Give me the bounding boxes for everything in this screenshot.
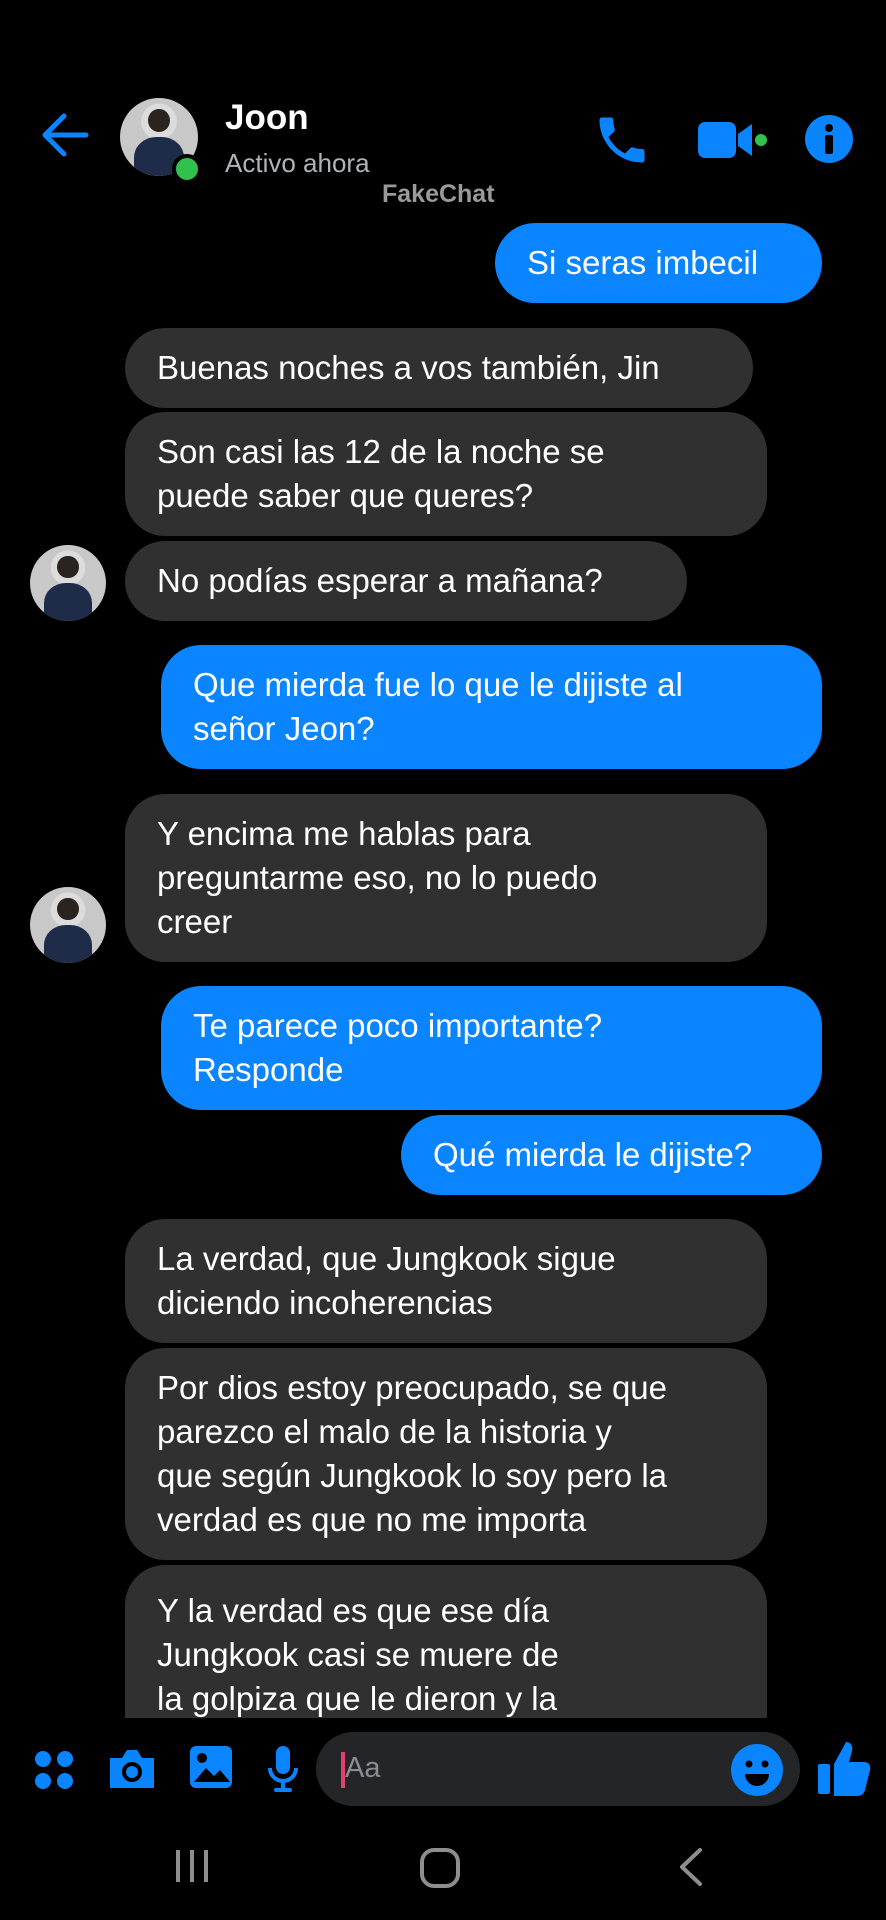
microphone-icon[interactable]	[266, 1744, 300, 1794]
message-text: Buenas noches a vos también, Jin	[157, 349, 660, 386]
contact-avatar-small[interactable]	[30, 545, 106, 621]
message-bubble-incoming[interactable]: No podías esperar a mañana?	[125, 541, 687, 621]
online-status-dot	[172, 154, 202, 184]
info-icon[interactable]	[804, 114, 854, 164]
system-back-icon[interactable]	[676, 1846, 704, 1888]
contact-status: Activo ahora	[225, 148, 370, 178]
message-text: No podías esperar a mañana?	[157, 562, 603, 599]
apps-icon[interactable]	[32, 1748, 76, 1792]
message-text: Que mierda fue lo que le dijiste al seño…	[193, 666, 683, 747]
back-arrow-icon[interactable]	[38, 108, 92, 162]
message-text: Qué mierda le dijiste?	[433, 1136, 753, 1173]
message-bubble-incoming[interactable]: Y la verdad es que ese día Jungkook casi…	[125, 1565, 767, 1718]
thumbs-up-icon[interactable]	[816, 1738, 872, 1798]
message-bubble-incoming[interactable]: La verdad, que Jungkook sigue diciendo i…	[125, 1219, 767, 1343]
message-text: Y la verdad es que ese día Jungkook casi…	[157, 1592, 559, 1717]
message-bubble-incoming[interactable]: Y encima me hablas para preguntarme eso,…	[125, 794, 767, 962]
contact-avatar-small[interactable]	[30, 887, 106, 963]
message-clip: Y la verdad es que ese día Jungkook casi…	[125, 1565, 767, 1718]
message-bubble-incoming[interactable]: Son casi las 12 de la noche se puede sab…	[125, 412, 767, 536]
camera-icon[interactable]	[106, 1746, 158, 1792]
message-bubble-incoming[interactable]: Buenas noches a vos también, Jin	[125, 328, 753, 408]
message-text: Si seras imbecil	[527, 244, 759, 281]
message-bubble-outgoing[interactable]: Qué mierda le dijiste?	[401, 1115, 822, 1195]
contact-name[interactable]: Joon	[225, 98, 309, 138]
message-bubble-incoming[interactable]: Por dios estoy preocupado, se que parezc…	[125, 1348, 767, 1560]
message-text: Son casi las 12 de la noche se puede sab…	[157, 433, 605, 514]
message-text: La verdad, que Jungkook sigue diciendo i…	[157, 1240, 616, 1321]
message-bubble-outgoing[interactable]: Si seras imbecil	[495, 223, 822, 303]
message-input-placeholder: Aa	[345, 1752, 381, 1784]
message-text: Te parece poco importante? Responde	[193, 1007, 603, 1088]
phone-call-icon[interactable]	[592, 110, 652, 170]
message-input[interactable]	[316, 1732, 800, 1806]
gallery-icon[interactable]	[188, 1744, 234, 1790]
message-bubble-outgoing[interactable]: Que mierda fue lo que le dijiste al seño…	[161, 645, 822, 769]
message-bubble-outgoing[interactable]: Te parece poco importante? Responde	[161, 986, 822, 1110]
emoji-icon[interactable]	[730, 1743, 784, 1797]
message-text: Y encima me hablas para preguntarme eso,…	[157, 815, 598, 940]
video-call-icon[interactable]	[696, 116, 768, 164]
home-icon[interactable]	[418, 1846, 462, 1890]
watermark: FakeChat	[382, 180, 495, 208]
message-text: Por dios estoy preocupado, se que parezc…	[157, 1369, 668, 1538]
recent-apps-icon[interactable]	[172, 1848, 212, 1884]
